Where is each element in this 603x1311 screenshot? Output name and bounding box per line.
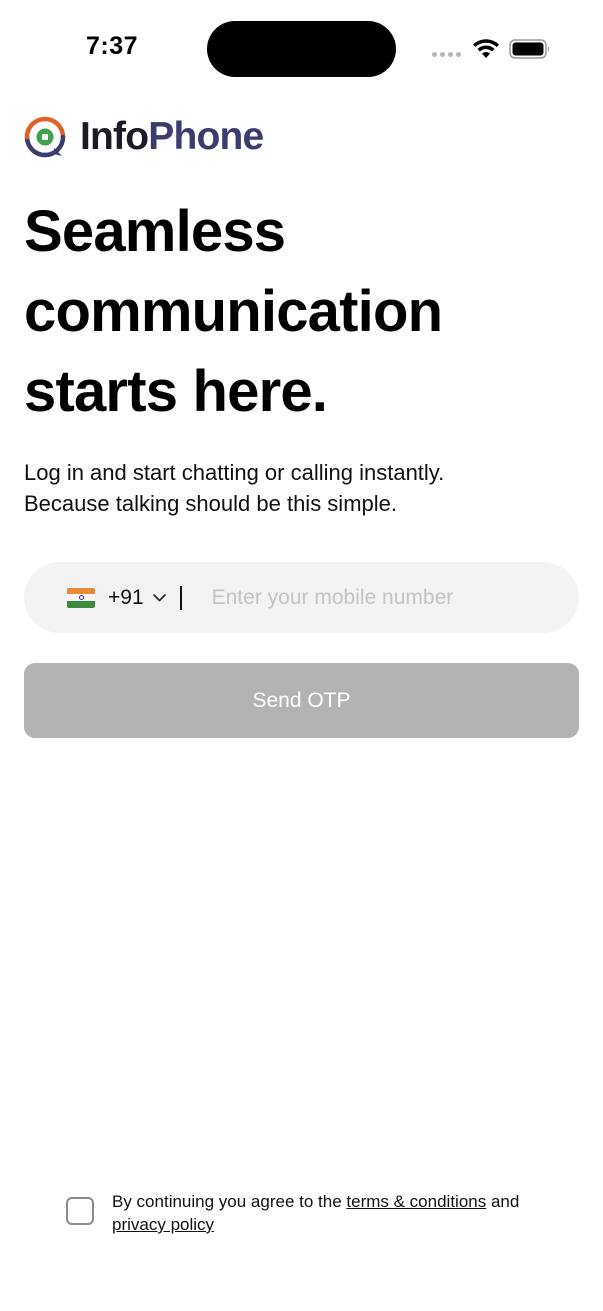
india-flag-icon xyxy=(67,587,95,608)
input-divider xyxy=(179,585,182,610)
status-bar: 7:37 xyxy=(0,0,603,98)
country-code-picker[interactable]: +91 xyxy=(67,578,166,618)
status-time: 7:37 xyxy=(86,32,139,60)
terms-text: By continuing you agree to the terms & c… xyxy=(112,1190,546,1236)
subtitle-line-1: Log in and start chatting or calling ins… xyxy=(24,460,445,485)
terms-prefix: By continuing you agree to the xyxy=(112,1192,347,1211)
wifi-icon xyxy=(473,39,499,58)
page-headline: Seamless communication starts here. xyxy=(24,192,584,432)
phone-number-field: +91 xyxy=(24,562,579,633)
terms-checkbox[interactable] xyxy=(66,1197,94,1225)
terms-agreement: By continuing you agree to the terms & c… xyxy=(66,1190,546,1236)
headline-line-2: communication xyxy=(24,279,443,344)
dynamic-island xyxy=(207,21,396,77)
terms-conditions-link[interactable]: terms & conditions xyxy=(346,1192,486,1211)
headline-line-1: Seamless xyxy=(24,199,286,264)
brand-header: InfoPhone xyxy=(24,114,264,160)
send-otp-button[interactable]: Send OTP xyxy=(24,663,579,738)
privacy-policy-link[interactable]: privacy policy xyxy=(112,1215,214,1234)
terms-middle: and xyxy=(486,1192,520,1211)
brand-name-part1: Info xyxy=(80,115,149,158)
cellular-signal-icon xyxy=(432,52,461,57)
mobile-number-input[interactable] xyxy=(211,577,542,618)
infophone-logo-icon xyxy=(24,116,66,158)
brand-name-part2: Phone xyxy=(148,115,264,158)
battery-icon xyxy=(509,39,550,59)
brand-name: InfoPhone xyxy=(80,115,264,159)
subtitle-line-2: Because talking should be this simple. xyxy=(24,491,397,516)
dial-code: +91 xyxy=(108,585,144,609)
chevron-down-icon xyxy=(152,593,166,601)
headline-line-3: starts here. xyxy=(24,359,328,424)
page-subtitle: Log in and start chatting or calling ins… xyxy=(24,457,584,519)
